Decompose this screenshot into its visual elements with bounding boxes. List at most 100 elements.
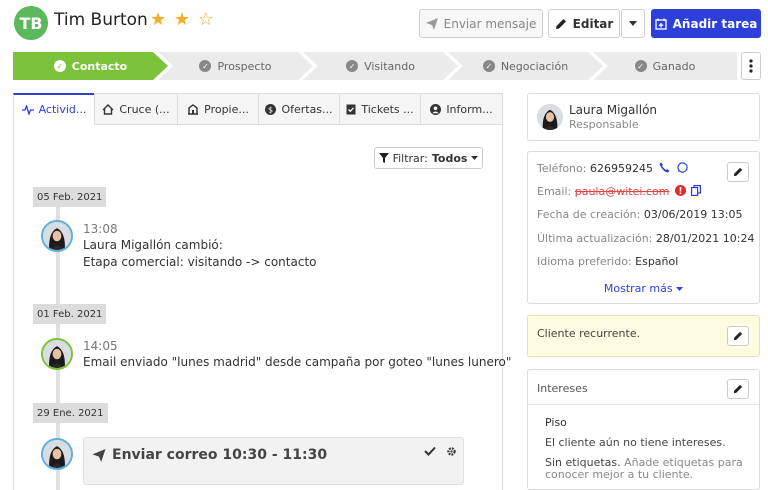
send-message-label: Enviar mensaje <box>443 16 537 31</box>
tab-label: Tickets ... <box>361 102 414 116</box>
edit-info-button[interactable] <box>727 162 749 182</box>
calendar-plus-icon <box>654 18 667 30</box>
email-label: Email: <box>537 185 572 198</box>
date-badge: 05 Feb. 2021 <box>33 187 107 207</box>
copy-icon[interactable] <box>691 185 702 197</box>
tab-label: Ofertas... <box>281 102 333 116</box>
check-circle-icon: ✓ <box>634 60 647 72</box>
activity-pulse-icon <box>21 104 34 115</box>
home-icon <box>102 103 114 115</box>
caret-down-icon <box>471 156 479 160</box>
stage-label: Ganado <box>652 59 696 73</box>
dollar-circle-icon: $ <box>265 103 277 115</box>
edit-label: Editar <box>572 16 614 31</box>
more-options-button[interactable] <box>741 52 761 80</box>
filter-dropdown[interactable]: Filtrar: Todos <box>374 147 483 169</box>
edit-interests-button[interactable] <box>727 379 749 399</box>
interests-empty-text: El cliente aún no tiene intereses. <box>545 436 726 449</box>
divider <box>528 404 759 405</box>
filter-label: Filtrar: <box>392 151 428 165</box>
activity-time: 14:05 <box>83 339 118 353</box>
whatsapp-icon[interactable] <box>677 162 688 173</box>
stage-visitando[interactable]: ✓ Visitando <box>303 52 458 80</box>
pencil-icon <box>733 384 743 394</box>
task-card[interactable]: Enviar correo 10:30 - 11:30 <box>83 437 464 485</box>
stage-ganado[interactable]: ✓ Ganado <box>593 52 737 80</box>
tab-cruce[interactable]: Cruce (... <box>94 93 178 125</box>
phone-label: Teléfono: <box>537 162 587 175</box>
tab-label: Inform... <box>446 102 493 116</box>
show-more-link[interactable]: Mostrar más <box>528 282 759 295</box>
tags-section: Sin etiquetas. Añade etiquetas para cono… <box>545 457 745 481</box>
responsible-name: Laura Migallón <box>569 103 658 117</box>
check-circle-icon: ✓ <box>199 60 212 72</box>
check-circle-icon: ✓ <box>346 60 359 72</box>
rating-stars[interactable]: ★ ★ ☆ <box>150 9 215 30</box>
gear-icon[interactable] <box>446 446 457 457</box>
filter-funnel-icon <box>378 153 389 163</box>
avatar <box>41 438 73 470</box>
tab-label: Propie... <box>204 102 249 116</box>
email-row: Email: paula@witei.com <box>537 185 702 198</box>
stage-prospecto[interactable]: ✓ Prospecto <box>158 52 313 80</box>
check-icon[interactable] <box>424 446 436 456</box>
filter-value: Todos <box>431 151 468 165</box>
edit-dropdown-toggle[interactable] <box>621 9 645 38</box>
edit-note-button[interactable] <box>727 326 749 346</box>
tab-informacion[interactable]: Inform... <box>420 93 503 125</box>
created-value: 03/06/2019 13:05 <box>643 208 743 221</box>
task-title: Enviar correo 10:30 - 11:30 <box>92 447 327 463</box>
kebab-menu-icon <box>749 59 753 73</box>
edit-button[interactable]: Editar <box>548 9 620 38</box>
activity-text: Laura Migallón cambió: <box>83 238 223 252</box>
add-task-button[interactable]: Añadir tarea <box>651 9 761 38</box>
alert-circle-icon <box>674 185 686 196</box>
phone-icon[interactable] <box>659 162 670 173</box>
date-badge: 29 Ene. 2021 <box>33 403 108 423</box>
language-label: Idioma preferido: <box>537 255 632 268</box>
task-title-text: Enviar correo 10:30 - 11:30 <box>112 447 328 463</box>
updated-label: Última actualización: <box>537 232 653 245</box>
caret-down-icon <box>629 21 637 26</box>
sales-pipeline: ✓ Contacto ✓ Prospecto ✓ Visitando ✓ Neg… <box>13 52 737 80</box>
stage-contacto[interactable]: ✓ Contacto <box>13 52 168 80</box>
pencil-icon <box>733 331 743 341</box>
user-circle-icon <box>430 103 442 115</box>
interest-type: Piso <box>545 416 567 429</box>
note-text: Cliente recurrente. <box>537 327 641 340</box>
clipboard-check-icon <box>346 104 356 115</box>
created-row: Fecha de creación: 03/06/2019 13:05 <box>537 208 742 221</box>
tab-ofertas[interactable]: $ Ofertas... <box>258 93 340 125</box>
stage-negociacion[interactable]: ✓ Negociación <box>448 52 603 80</box>
contact-name: Tim Burton <box>54 10 148 30</box>
stage-label: Negociación <box>500 59 569 73</box>
phone-value[interactable]: 626959245 <box>590 162 653 175</box>
tab-tickets[interactable]: Tickets ... <box>339 93 421 125</box>
interests-card: Intereses Piso El cliente aún no tiene i… <box>527 369 760 490</box>
paper-plane-icon <box>92 448 106 462</box>
created-label: Fecha de creación: <box>537 208 641 221</box>
check-circle-icon: ✓ <box>482 60 495 72</box>
email-value[interactable]: paula@witei.com <box>575 185 670 198</box>
language-value: Español <box>635 255 679 268</box>
pencil-icon <box>733 167 743 177</box>
contact-info-card: Teléfono: 626959245 Email: paula@witei.c… <box>527 151 760 304</box>
updated-row: Última actualización: 28/01/2021 10:24 <box>537 232 755 245</box>
activity-time: 13:08 <box>83 222 118 236</box>
activity-text: Etapa comercial: visitando -> contacto <box>83 255 317 269</box>
building-icon <box>188 103 199 115</box>
tab-propiedades[interactable]: Propie... <box>177 93 259 125</box>
phone-row: Teléfono: 626959245 <box>537 162 688 175</box>
avatar <box>41 338 73 370</box>
stage-label: Contacto <box>71 59 128 73</box>
tab-actividad[interactable]: Activid... <box>13 93 95 125</box>
avatar <box>537 104 563 130</box>
send-message-button[interactable]: Enviar mensaje <box>419 9 543 38</box>
check-circle-icon: ✓ <box>53 60 66 72</box>
updated-value: 28/01/2021 10:24 <box>655 232 755 245</box>
language-row: Idioma preferido: Español <box>537 255 678 268</box>
paper-plane-icon <box>425 17 438 30</box>
contact-detail-page: TB Tim Burton ★ ★ ☆ Enviar mensaje Edita… <box>0 0 768 490</box>
task-actions <box>424 446 457 457</box>
activity-text: Email enviado "lunes madrid" desde campa… <box>83 355 512 369</box>
